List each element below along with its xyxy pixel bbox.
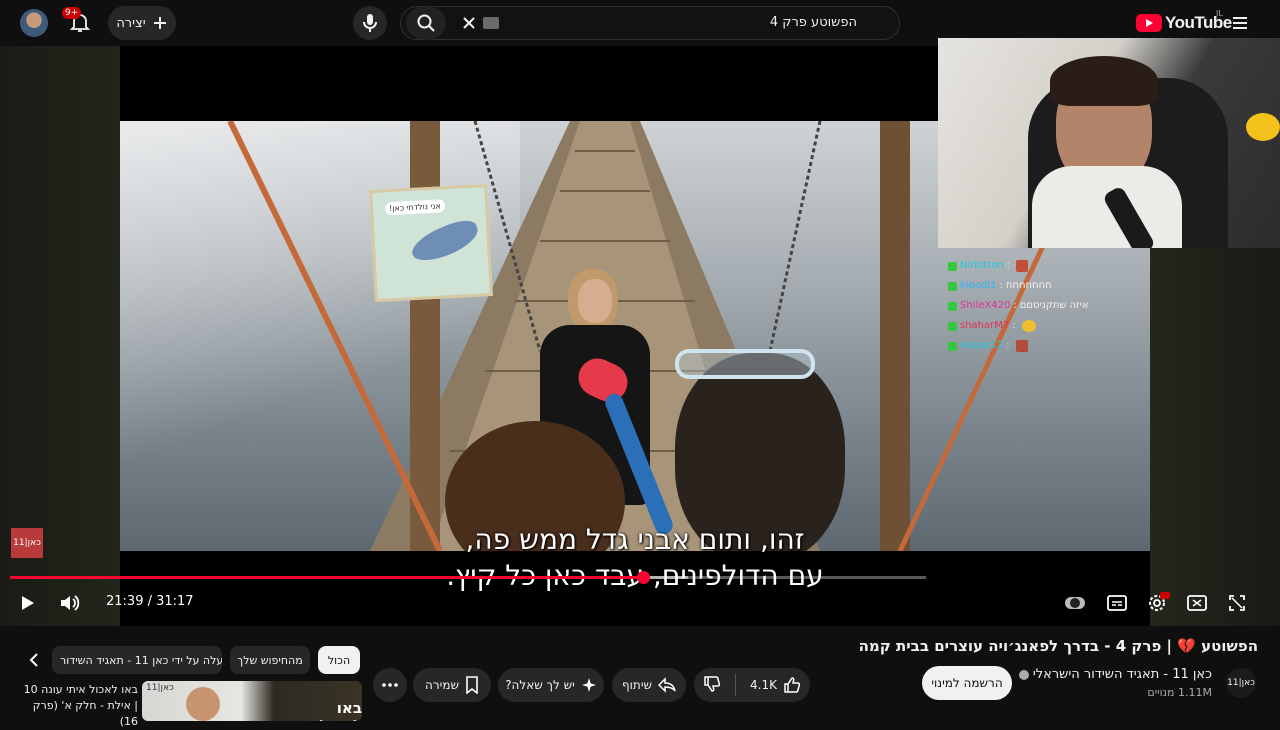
progress-bar[interactable] — [10, 571, 926, 584]
autoplay-toggle[interactable] — [1062, 590, 1088, 616]
chip-uploaded-by-label: הועלה על ידי כאן 11 - תאגיד השידור — [60, 653, 222, 667]
play-icon — [22, 596, 34, 610]
notification-badge: 9+ — [62, 7, 82, 19]
channel-avatar[interactable]: כאן|11 — [1226, 668, 1256, 698]
captions-button[interactable] — [1104, 590, 1130, 616]
hd-badge — [1160, 592, 1170, 599]
chat-username: shaharM7 — [960, 320, 1010, 331]
sparkle-icon — [581, 678, 596, 692]
search-input[interactable]: הפשוטע פרק 4 — [770, 15, 857, 30]
chat-badge-icon — [948, 321, 957, 331]
chat-username: ShileX420 — [960, 300, 1011, 311]
dislike-button[interactable] — [703, 675, 721, 696]
save-label: שמירה — [425, 678, 459, 692]
chips-scroll-left-button[interactable] — [22, 648, 46, 672]
chat-message: elazar12: — [948, 336, 1148, 356]
channel-name[interactable]: כאן 11 - תאגיד השידור הישראלי — [1018, 667, 1212, 682]
chat-message: kipodi1: חחחחחחח — [948, 276, 1148, 296]
save-button[interactable]: שמירה — [413, 668, 491, 702]
volume-button[interactable] — [57, 590, 83, 616]
voice-search-button[interactable] — [353, 6, 387, 40]
thumbnail-text: באו לאכול — [319, 699, 362, 721]
share-icon — [658, 677, 676, 693]
ask-button[interactable]: יש לך שאלה? — [498, 668, 604, 702]
fullscreen-button[interactable] — [1224, 590, 1250, 616]
chat-text: חחחחחחח — [1005, 280, 1052, 291]
play-button[interactable] — [14, 590, 40, 616]
chat-username: kipodi1 — [960, 280, 997, 291]
sign-text: אני נולדתי כאן! — [384, 199, 446, 216]
time-display: 21:39 / 31:17 — [106, 594, 194, 609]
recommendation-title[interactable]: באו לאכול איתי עונה 10 | אילת - חלק א' (… — [20, 682, 138, 730]
microphone-icon — [363, 14, 377, 32]
country-code: IL — [1216, 9, 1223, 18]
theater-icon — [1187, 595, 1207, 611]
dolphin-sign: אני נולדתי כאן! — [369, 183, 493, 303]
thumbnail-logo: כאן|11 — [146, 683, 174, 693]
notifications-button[interactable]: 9+ — [62, 7, 94, 36]
settings-button[interactable] — [1144, 590, 1170, 616]
keyboard-icon[interactable] — [483, 17, 499, 29]
chat-overlay: Nirbitton: kipodi1: חחחחחחח ShileX420: א… — [948, 256, 1148, 356]
chat-badge-icon — [948, 281, 957, 291]
clear-search-icon[interactable] — [459, 13, 479, 33]
channel-watermark[interactable]: כאן|11 — [11, 528, 43, 558]
like-button[interactable]: 4.1K — [750, 676, 801, 694]
thumbs-up-icon — [784, 677, 801, 693]
video-title: הפשוטע 💔 | פרק 4 - בדרך לפאנג׳ויה עוצרים… — [858, 637, 1258, 655]
avatar[interactable] — [20, 9, 48, 37]
ask-label: יש לך שאלה? — [505, 678, 575, 692]
youtube-play-icon — [1136, 14, 1162, 32]
channel-name-text: כאן 11 - תאגיד השידור הישראלי — [1032, 667, 1212, 682]
chat-badge-icon — [948, 261, 957, 271]
subtitle-line-1: זהו, ותום אבני גדל ממש פה, — [465, 523, 805, 556]
share-button[interactable]: שיתוף — [612, 668, 686, 702]
like-dislike-group: 4.1K — [694, 668, 810, 702]
search-icon — [417, 14, 435, 32]
subtitles: זהו, ותום אבני גדל ממש פה, עם הדולפינים,… — [120, 522, 1150, 594]
menu-icon[interactable] — [1229, 12, 1251, 34]
more-dots-icon — [382, 683, 398, 687]
create-label: יצירה — [116, 15, 146, 31]
chat-badge-icon — [948, 341, 957, 351]
plus-icon — [153, 17, 166, 29]
create-button[interactable]: יצירה — [108, 6, 176, 40]
emote-icon — [1021, 320, 1036, 332]
volume-icon — [61, 595, 80, 611]
subscribe-button[interactable]: הרשמה למינוי — [922, 666, 1012, 700]
chip-uploaded-by[interactable]: הועלה על ידי כאן 11 - תאגיד השידור — [52, 646, 222, 674]
verified-icon — [1018, 669, 1029, 680]
chat-text: איזה שתקניסםם — [1019, 300, 1089, 311]
like-count: 4.1K — [750, 678, 777, 692]
search-button[interactable] — [406, 6, 446, 40]
captions-icon — [1107, 595, 1127, 611]
emote-icon — [1015, 340, 1028, 352]
chat-message: shaharM7: — [948, 316, 1148, 336]
more-actions-button[interactable] — [373, 668, 407, 702]
chip-all[interactable]: הכול — [318, 646, 360, 674]
recommendation-thumbnail[interactable]: כאן|11 באו לאכול — [142, 681, 362, 721]
thumbs-down-icon — [704, 675, 721, 692]
chat-message: ShileX420: איזה שתקניסםם — [948, 296, 1148, 316]
chip-from-search[interactable]: מהחיפוש שלך — [230, 646, 310, 674]
fullscreen-icon — [1229, 595, 1245, 611]
subscriber-count: 1.11M מנויים — [1147, 686, 1212, 699]
bookmark-icon — [466, 676, 478, 694]
chat-badge-icon — [948, 301, 957, 311]
chat-username: Nirbitton — [960, 260, 1004, 271]
search-box[interactable]: הפשוטע פרק 4 — [400, 6, 900, 40]
chevron-left-icon — [29, 653, 38, 667]
streamer-webcam — [938, 38, 1280, 248]
share-label: שיתוף — [621, 678, 653, 692]
progress-played — [10, 576, 644, 579]
chat-message: Nirbitton: — [948, 256, 1148, 276]
chat-username: elazar12 — [960, 340, 1004, 351]
emote-icon — [1016, 260, 1029, 272]
theater-mode-button[interactable] — [1184, 590, 1210, 616]
